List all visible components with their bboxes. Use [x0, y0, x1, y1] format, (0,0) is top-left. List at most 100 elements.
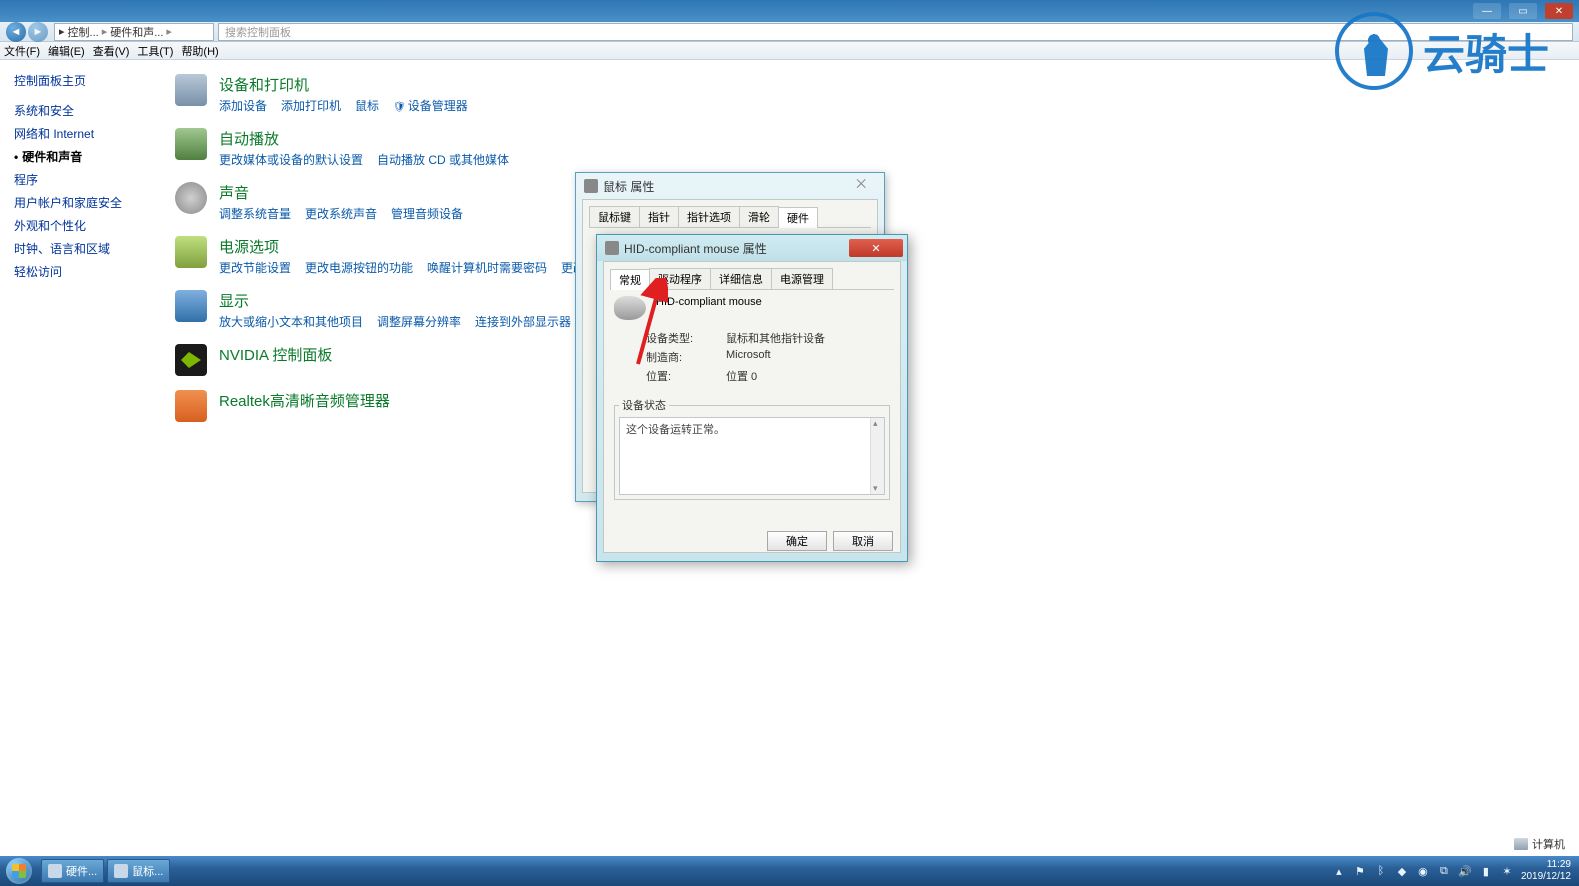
realtek-icon: [175, 390, 207, 422]
category-link[interactable]: 更改节能设置: [219, 259, 291, 276]
category-title[interactable]: NVIDIA 控制面板: [219, 344, 332, 365]
close-button[interactable]: ✕: [1545, 3, 1573, 19]
start-button[interactable]: [0, 856, 38, 886]
search-input[interactable]: 搜索控制面板: [218, 23, 1573, 41]
menu-help[interactable]: 帮助(H): [181, 43, 218, 59]
dialog-hid-properties[interactable]: HID-compliant mouse 属性 ✕ 常规 驱动程序 详细信息 电源…: [596, 234, 908, 562]
taskbar: 硬件... 鼠标... ▴ ⚑ ᛒ ◆ ◉ ⧉ 🔊 ▮ ✶ 11:29 2019…: [0, 856, 1579, 886]
back-button[interactable]: ◄: [6, 22, 26, 42]
sidebar-item[interactable]: 时钟、语言和区域: [14, 237, 141, 260]
desktop-icon-computer[interactable]: 计算机: [1514, 836, 1565, 852]
sidebar-item[interactable]: 网络和 Internet: [14, 122, 141, 145]
sidebar-item[interactable]: 程序: [14, 168, 141, 191]
breadcrumb-item[interactable]: 控制...: [68, 24, 99, 40]
category-link-shield[interactable]: 设备管理器: [393, 97, 468, 114]
sidebar-item[interactable]: 硬件和声音: [14, 145, 141, 168]
power-icon: [175, 236, 207, 268]
display-icon: [175, 290, 207, 322]
breadcrumb[interactable]: ▸ 控制... ▸ 硬件和声... ▸: [54, 23, 214, 41]
prop-location-label: 位置:: [646, 368, 706, 384]
cancel-button[interactable]: 取消: [833, 531, 893, 551]
ok-button[interactable]: 确定: [767, 531, 827, 551]
device-status-group: 设备状态 这个设备运转正常。: [614, 397, 890, 500]
category-link[interactable]: 放大或缩小文本和其他项目: [219, 313, 363, 330]
window-titlebar: — ▭ ✕: [0, 0, 1579, 22]
prop-manufacturer-label: 制造商:: [646, 349, 706, 365]
tab-strip: 鼠标键 指针 指针选项 滑轮 硬件: [589, 206, 871, 228]
tray-app-icon[interactable]: ✶: [1500, 864, 1514, 878]
menu-edit[interactable]: 编辑(E): [48, 43, 85, 59]
menu-tools[interactable]: 工具(T): [137, 43, 173, 59]
taskbar-item-mouse[interactable]: 鼠标...: [107, 859, 170, 883]
breadcrumb-root-icon: ▸: [59, 25, 65, 38]
category-row: 自动播放更改媒体或设备的默认设置自动播放 CD 或其他媒体: [175, 128, 1559, 168]
tab-driver[interactable]: 驱动程序: [649, 268, 711, 289]
taskbar-item-controlpanel[interactable]: 硬件...: [41, 859, 104, 883]
menu-file[interactable]: 文件(F): [4, 43, 40, 59]
autoplay-icon: [175, 128, 207, 160]
tray-arrow-icon[interactable]: ▴: [1332, 864, 1346, 878]
category-title[interactable]: 设备和打印机: [219, 74, 468, 95]
sidebar-title[interactable]: 控制面板主页: [14, 72, 141, 89]
mouse-icon: [584, 179, 598, 193]
minimize-button[interactable]: —: [1473, 3, 1501, 19]
tab-pointer[interactable]: 指针: [639, 206, 679, 227]
tray-bluetooth-icon[interactable]: ᛒ: [1374, 864, 1388, 878]
tray-action-center-icon[interactable]: ⚑: [1353, 864, 1367, 878]
category-link[interactable]: 添加打印机: [281, 97, 341, 114]
app-icon: [48, 864, 62, 878]
category-link[interactable]: 添加设备: [219, 97, 267, 114]
breadcrumb-item[interactable]: 硬件和声...: [110, 24, 163, 40]
sound-icon: [175, 182, 207, 214]
prop-type-value: 鼠标和其他指针设备: [726, 330, 825, 346]
category-title[interactable]: 声音: [219, 182, 463, 203]
sidebar-item[interactable]: 用户帐户和家庭安全: [14, 191, 141, 214]
category-link[interactable]: 鼠标: [355, 97, 379, 114]
scrollbar[interactable]: [870, 418, 884, 494]
tab-power[interactable]: 电源管理: [771, 268, 833, 289]
tab-hardware[interactable]: 硬件: [778, 207, 818, 228]
category-link[interactable]: 更改媒体或设备的默认设置: [219, 151, 363, 168]
tray-network-icon[interactable]: ⧉: [1437, 864, 1451, 878]
tray-volume-icon[interactable]: 🔊: [1458, 864, 1472, 878]
nvidia-icon: [175, 344, 207, 376]
maximize-button[interactable]: ▭: [1509, 3, 1537, 19]
status-text-box[interactable]: 这个设备运转正常。: [619, 417, 885, 495]
category-link[interactable]: 调整屏幕分辨率: [377, 313, 461, 330]
app-icon: [114, 864, 128, 878]
tray-app-icon[interactable]: ◉: [1416, 864, 1430, 878]
tray-ime-icon[interactable]: ▮: [1479, 864, 1493, 878]
sidebar-item[interactable]: 轻松访问: [14, 260, 141, 283]
category-link[interactable]: 更改系统声音: [305, 205, 377, 222]
category-link[interactable]: 连接到外部显示器: [475, 313, 571, 330]
category-link[interactable]: 更改电源按钮的功能: [305, 259, 413, 276]
device-name: HID-compliant mouse: [656, 296, 762, 320]
tab-general[interactable]: 常规: [610, 269, 650, 290]
category-row: 设备和打印机添加设备添加打印机鼠标设备管理器: [175, 74, 1559, 114]
category-link[interactable]: 管理音频设备: [391, 205, 463, 222]
mouse-icon: [614, 296, 646, 320]
tab-buttons[interactable]: 鼠标键: [589, 206, 640, 227]
category-title[interactable]: Realtek高清晰音频管理器: [219, 390, 390, 411]
category-link[interactable]: 唤醒计算机时需要密码: [427, 259, 547, 276]
forward-button[interactable]: ►: [28, 22, 48, 42]
category-link[interactable]: 自动播放 CD 或其他媒体: [377, 151, 509, 168]
sidebar-item[interactable]: 系统和安全: [14, 99, 141, 122]
printer-icon: [175, 74, 207, 106]
category-link[interactable]: 调整系统音量: [219, 205, 291, 222]
tab-details[interactable]: 详细信息: [710, 268, 772, 289]
property-grid: 设备类型:鼠标和其他指针设备 制造商:Microsoft 位置:位置 0: [610, 326, 894, 391]
tray-app-icon[interactable]: ◆: [1395, 864, 1409, 878]
prop-type-label: 设备类型:: [646, 330, 706, 346]
close-icon[interactable]: ⨉: [856, 177, 866, 192]
sidebar-item[interactable]: 外观和个性化: [14, 214, 141, 237]
menu-view[interactable]: 查看(V): [93, 43, 130, 59]
tab-wheel[interactable]: 滑轮: [739, 206, 779, 227]
sidebar: 控制面板主页 系统和安全网络和 Internet硬件和声音程序用户帐户和家庭安全…: [0, 60, 155, 856]
close-button[interactable]: ✕: [849, 239, 903, 257]
address-bar: ◄ ► ▸ 控制... ▸ 硬件和声... ▸ 搜索控制面板: [0, 22, 1579, 42]
category-title[interactable]: 自动播放: [219, 128, 509, 149]
prop-location-value: 位置 0: [726, 368, 757, 384]
tab-pointer-options[interactable]: 指针选项: [678, 206, 740, 227]
taskbar-clock[interactable]: 11:29 2019/12/12: [1521, 859, 1571, 883]
